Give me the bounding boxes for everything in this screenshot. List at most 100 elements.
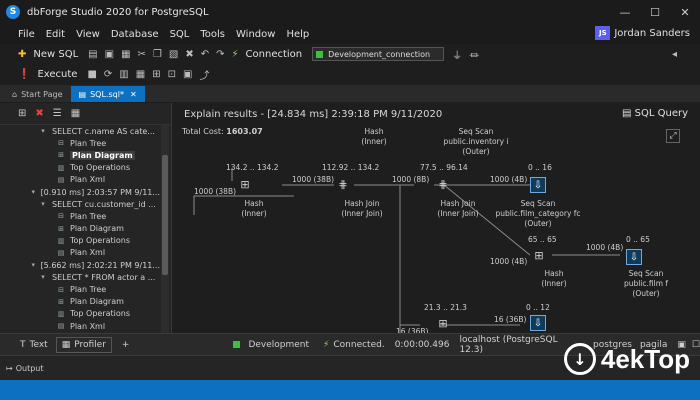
tree-item-label: Plan Xml [70,175,106,185]
profiler-icon: ▦ [61,339,71,350]
node-label: Hash (Inner) [241,199,267,218]
tab-start-page[interactable]: ⌂ Start Page [4,86,71,102]
tree-item[interactable]: ▥ Top Operations [0,162,160,174]
tree-item[interactable]: ▾ SELECT * FROM actor a ... [0,271,160,283]
seq-scan-icon[interactable]: ⇩ [626,249,642,265]
view-icon[interactable]: ⊡ [168,69,176,80]
hash-icon[interactable]: ⊞ [530,249,548,263]
redo-icon[interactable]: ↷ [216,49,224,60]
execute-button[interactable]: Execute [37,69,77,80]
tree-item[interactable]: ▾ [5.662 ms] 2:02:21 PM 9/11... [0,259,160,271]
cut-icon[interactable]: ✂ [138,49,146,60]
menu-view[interactable]: View [76,29,100,40]
profiler-tab[interactable]: ▦ Profiler [55,336,112,353]
plan-tree: ▾ SELECT c.name AS cate... ⊟ Plan Tree ⊞ Plan… [0,125,160,333]
avatar: JS [595,26,611,40]
hash-join-icon[interactable]: ⋕ [434,178,452,192]
layout-icon[interactable]: ▦ [136,69,145,80]
seq-scan-icon[interactable]: ⇩ [530,177,546,193]
compare-icon[interactable]: ⊞ [18,108,26,119]
menu-window[interactable]: Window [236,29,275,40]
plan-icon[interactable]: ⊞ [152,69,160,80]
delete-icon[interactable]: ✖ [35,108,43,119]
tree-item[interactable]: ▤ Plan Xml [0,174,160,186]
tree-item[interactable]: ▤ Plan Xml [0,247,160,259]
node-cost: 134.2 .. 134.2 [226,163,279,172]
tree-node-icon: ▾ [41,200,45,209]
stop-icon[interactable]: ■ [87,69,96,80]
sql-file-icon: ▤ [78,89,87,99]
paste-icon[interactable]: ▧ [169,49,178,60]
tree-item[interactable]: ▤ Plan Xml [0,320,160,332]
menu-file[interactable]: File [18,29,35,40]
connect-icon[interactable]: ⏚ [452,47,462,62]
tree-item-label: Top Operations [70,236,131,246]
scrollbar-thumb[interactable] [162,155,168,275]
user-account[interactable]: JS Jordan Sanders [595,26,690,40]
sql-query-button[interactable]: ▤ SQL Query [622,108,688,119]
tree-item[interactable]: ⊟ Plan Tree [0,283,160,295]
tree-node-icon: ⊞ [58,151,64,160]
results-header: Explain results - [24.834 ms] 2:39:18 PM… [174,103,700,125]
list-icon[interactable]: ☰ [53,108,62,119]
text-tab[interactable]: T Text [20,340,48,350]
undo-icon[interactable]: ↶ [201,49,209,60]
total-cost: Total Cost: 1603.07 [182,127,263,136]
hash-icon[interactable]: ⊞ [236,178,254,192]
tree-item[interactable]: ▾ SELECT c.name AS cate... [0,125,160,137]
menu-database[interactable]: Database [111,29,159,40]
edge-label: 1000 (38B) [292,175,335,184]
menu-bar: File Edit View Database SQL Tools Window… [0,24,700,44]
sql-query-icon: ▤ [622,108,635,119]
maximize-button[interactable]: ☐ [640,0,670,24]
new-sql-button[interactable]: New SQL [33,49,78,60]
node-label: Hash (Inner) [361,127,387,146]
add-tab-button[interactable]: + [122,340,130,350]
tree-item-label: SELECT c.name AS cate... [52,126,155,136]
node-cost: 112.92 .. 134.2 [322,163,380,172]
tree-item-label: Plan Xml [70,248,106,258]
save-icon[interactable]: ▣ [105,49,114,60]
hash-icon[interactable]: ⊞ [434,317,452,331]
tree-scrollbar[interactable] [161,125,169,333]
node-label: Seq Scan public.inventory i (Outer) [443,127,509,156]
open-icon[interactable]: ▤ [88,49,97,60]
node-label: Hash (Inner) [541,269,567,288]
minimize-button[interactable]: — [610,0,640,24]
disconnect-icon[interactable]: ⏛ [469,47,479,62]
connection-select[interactable]: Development_connection [312,47,445,61]
tree-item[interactable]: ⊞ Plan Diagram [0,223,160,235]
tab-sql-file[interactable]: ▤ SQL.sql* ✕ [70,86,145,102]
options-icon[interactable]: ▦ [71,108,80,119]
execute-toolbar: ❗ Execute ■ ⟳ ▥ ▦ ⊞ ⊡ ▣ ⤴ [0,64,700,84]
fit-to-screen-icon[interactable]: ⤢ [666,129,680,143]
format-icon[interactable]: ▥ [119,69,128,80]
menu-tools[interactable]: Tools [200,29,225,40]
tree-item[interactable]: ⊞ Plan Diagram [0,149,160,161]
user-name: Jordan Sanders [614,27,690,39]
menu-sql[interactable]: SQL [170,29,190,40]
tree-item[interactable]: ⊟ Plan Tree [0,137,160,149]
delete-icon[interactable]: ✖ [185,49,193,60]
close-tab-icon[interactable]: ✕ [130,90,137,99]
seq-scan-icon[interactable]: ⇩ [530,315,546,331]
tree-item[interactable]: ▾ [0.910 ms] 2:03:57 PM 9/11... [0,186,160,198]
tree-item[interactable]: ⊟ Plan Tree [0,210,160,222]
menu-help[interactable]: Help [286,29,309,40]
tree-item[interactable]: ▾ SELECT cu.customer_id ... [0,198,160,210]
tree-item[interactable]: ▥ Top Operations [0,235,160,247]
grid-icon[interactable]: ▣ [183,69,192,80]
dropdown-icon[interactable]: ◂ [672,49,677,60]
save-all-icon[interactable]: ▦ [121,49,130,60]
refresh-icon[interactable]: ⟳ [104,69,112,80]
export-icon[interactable]: ⤴ [199,67,209,82]
hash-join-icon[interactable]: ⋕ [334,178,352,192]
tree-item[interactable]: ▥ Top Operations [0,308,160,320]
copy-icon[interactable]: ❐ [153,49,162,60]
close-button[interactable]: ✕ [670,0,700,24]
menu-edit[interactable]: Edit [46,29,65,40]
tree-item[interactable]: ⊞ Plan Diagram [0,296,160,308]
connection-status-label: Connected. [333,339,385,350]
maximize-panel-icon[interactable]: ☐ [692,340,700,350]
output-tab[interactable]: ↦ Output [6,364,44,373]
